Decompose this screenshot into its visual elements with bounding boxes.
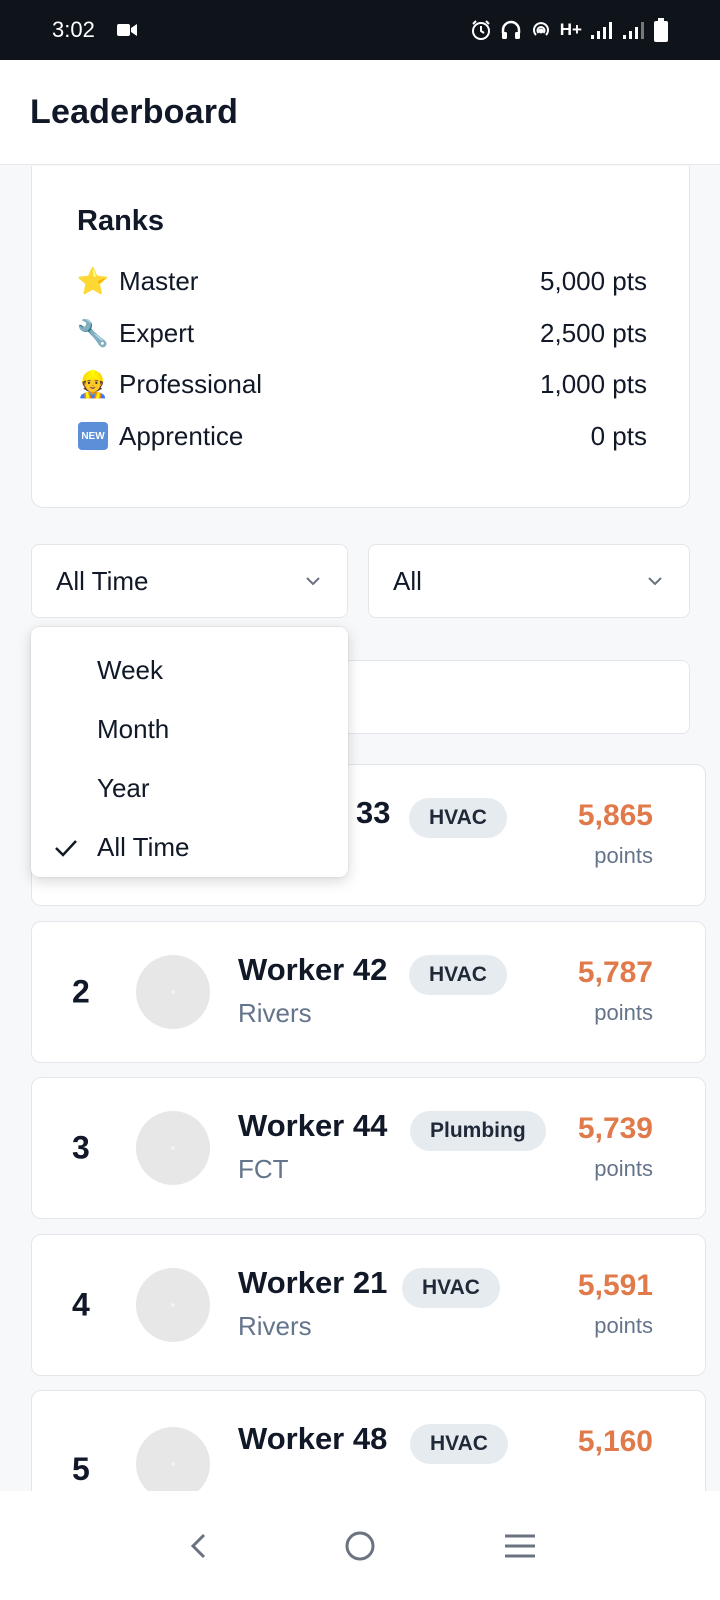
leaderboard-row[interactable]: 5 Worker 48 HVAC 5,160 — [31, 1390, 706, 1491]
rank-number: 4 — [72, 1286, 90, 1323]
period-option-all-time[interactable]: All Time — [31, 818, 348, 877]
points-value: 5,591 — [577, 1269, 653, 1302]
menu-button[interactable] — [490, 1516, 550, 1576]
avatar — [136, 955, 210, 1029]
period-option-month[interactable]: Month — [31, 700, 348, 759]
points-label: points — [594, 1313, 653, 1338]
rank-number: 2 — [72, 973, 90, 1010]
rank-points: 2,500 pts — [540, 317, 647, 348]
worker-location: FCT — [238, 1154, 289, 1184]
app-bar: Leaderboard — [0, 60, 720, 165]
wrench-icon: 🔧 — [76, 317, 110, 348]
worker-location: Rivers — [238, 998, 312, 1028]
rank-row-professional: 👷 Professional 1,000 pts — [77, 364, 647, 404]
points-value: 5,160 — [577, 1425, 653, 1458]
alarm-icon — [470, 19, 492, 41]
chevron-down-icon — [306, 577, 320, 586]
content-scroll-area[interactable]: Ranks ⭐ Master 5,000 pts 🔧 Expert 2,500 … — [0, 166, 720, 1491]
rank-row-apprentice: NEW Apprentice 0 pts — [77, 416, 647, 456]
trade-badge: HVAC — [402, 1268, 500, 1308]
leaderboard-row[interactable]: 4 Worker 21 HVAC Rivers 5,591 points — [31, 1234, 706, 1376]
rank-label: Master — [119, 265, 199, 296]
network-type: H+ — [559, 20, 582, 39]
rank-number: 5 — [72, 1451, 90, 1487]
ranks-title: Ranks — [77, 205, 165, 237]
status-bar: 3:02 H+ — [0, 0, 720, 60]
worker-name: Worker 42 — [238, 952, 388, 987]
signal-icon-2 — [622, 20, 646, 40]
option-label: All Time — [97, 832, 190, 862]
leaderboard-row[interactable]: 3 Worker 44 Plumbing FCT 5,739 points — [31, 1077, 706, 1219]
back-icon — [190, 1533, 206, 1558]
chevron-down-icon — [648, 577, 662, 586]
avatar — [136, 1268, 210, 1342]
star-icon: ⭐ — [76, 265, 110, 296]
period-option-week[interactable]: Week — [31, 641, 348, 700]
signal-icon — [590, 20, 614, 40]
period-select[interactable]: All Time — [31, 544, 348, 618]
leaderboard-row[interactable]: 2 Worker 42 HVAC Rivers 5,787 points — [31, 921, 706, 1063]
video-camera-icon — [116, 17, 137, 43]
avatar — [136, 1427, 210, 1491]
battery-icon — [654, 18, 668, 42]
option-label: Year — [97, 773, 150, 803]
rank-points: 5,000 pts — [540, 265, 647, 296]
worker-name: Worker 21 — [238, 1265, 388, 1300]
worker-name: Worker 48 — [238, 1421, 388, 1456]
rank-row-expert: 🔧 Expert 2,500 pts — [77, 313, 647, 353]
ranks-card: Ranks ⭐ Master 5,000 pts 🔧 Expert 2,500 … — [31, 166, 690, 508]
system-nav-bar — [0, 1491, 720, 1600]
construction-worker-icon: 👷 — [76, 368, 110, 399]
trade-select[interactable]: All — [368, 544, 690, 618]
rank-row-master: ⭐ Master 5,000 pts — [77, 261, 647, 301]
trade-badge: HVAC — [409, 798, 507, 838]
period-option-year[interactable]: Year — [31, 759, 348, 818]
worker-name: Worker 44 — [238, 1108, 388, 1143]
option-label: Week — [97, 655, 163, 685]
period-select-value: All Time — [56, 565, 149, 596]
rank-label: Professional — [119, 368, 263, 399]
hotspot-icon — [530, 19, 552, 41]
points-label: points — [594, 843, 653, 868]
rank-label: Apprentice — [119, 420, 244, 451]
rank-label: Expert — [119, 317, 195, 348]
rank-number: 3 — [72, 1129, 90, 1166]
points-value: 5,739 — [577, 1112, 653, 1145]
home-icon — [345, 1531, 375, 1560]
headphones-icon — [500, 19, 522, 41]
trade-badge: Plumbing — [410, 1111, 546, 1151]
worker-name: 33 — [356, 795, 391, 830]
new-badge-icon: NEW — [78, 422, 108, 450]
points-value: 5,865 — [577, 799, 653, 832]
points-label: points — [594, 1156, 653, 1181]
points-label: points — [594, 1000, 653, 1025]
rank-points: 0 pts — [590, 420, 647, 451]
status-time: 3:02 — [52, 17, 95, 42]
menu-icon — [505, 1534, 535, 1557]
avatar — [136, 1111, 210, 1185]
period-dropdown-menu: Week Month Year All Time — [31, 627, 348, 877]
page-title: Leaderboard — [30, 92, 239, 131]
check-icon — [55, 839, 77, 857]
trade-badge: HVAC — [410, 1424, 508, 1464]
home-button[interactable] — [330, 1516, 390, 1576]
option-label: Month — [97, 714, 170, 744]
back-button[interactable] — [170, 1516, 230, 1576]
rank-points: 1,000 pts — [540, 368, 647, 399]
worker-location: Rivers — [238, 1311, 312, 1341]
trade-select-value: All — [393, 565, 422, 596]
points-value: 5,787 — [577, 956, 653, 989]
trade-badge: HVAC — [409, 955, 507, 995]
